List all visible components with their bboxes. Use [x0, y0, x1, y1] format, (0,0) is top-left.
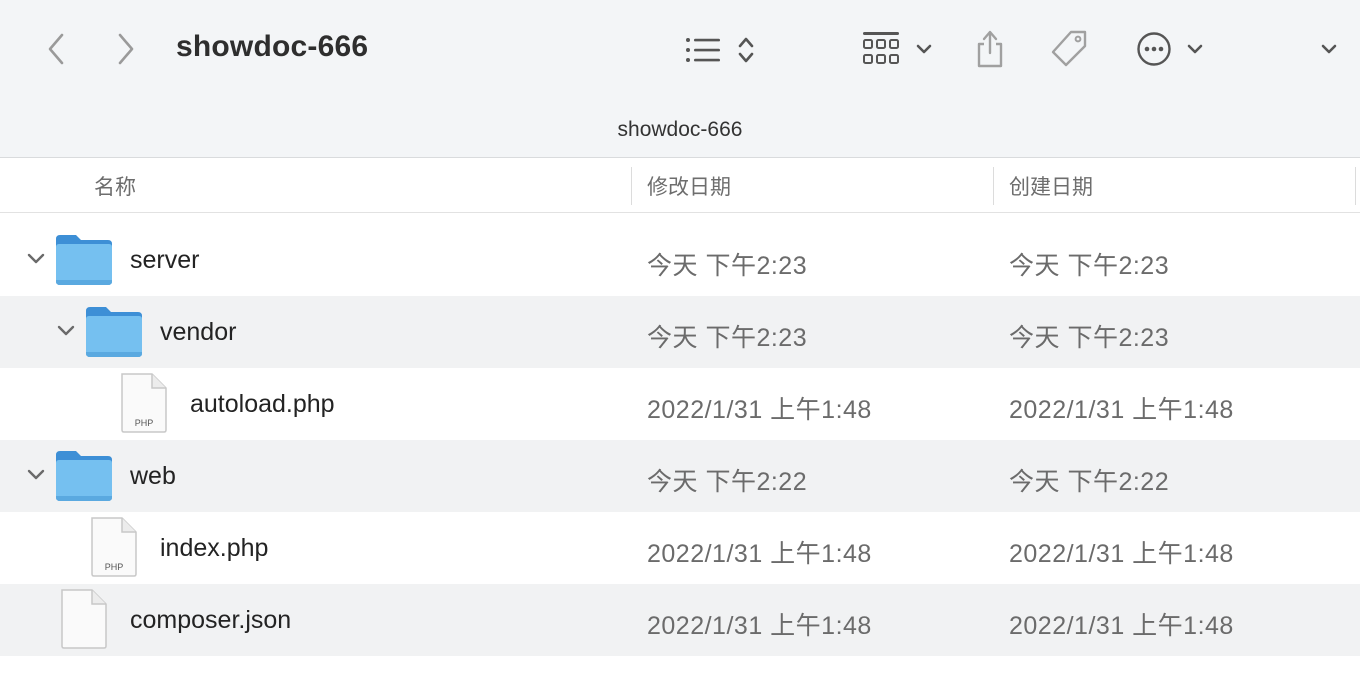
- file-row[interactable]: PHP autoload.php 2022/1/31 上午1:48 2022/1/31…: [0, 368, 1360, 440]
- disclosure-toggle[interactable]: [24, 462, 48, 486]
- file-row[interactable]: PHP index.php 2022/1/31 上午1:48 2022/1/31 上午…: [0, 512, 1360, 584]
- chevron-down-icon: [27, 469, 45, 480]
- modified-date: 今天 下午2:23: [647, 324, 808, 352]
- modified-date: 2022/1/31 上午1:48: [647, 540, 872, 568]
- more-icon: [1137, 32, 1171, 66]
- created-date: 2022/1/31 上午1:48: [1009, 396, 1234, 424]
- column-divider[interactable]: [631, 167, 632, 205]
- chevron-down-icon: [1187, 44, 1203, 54]
- share-icon: [977, 30, 1003, 68]
- grid-view-icon: [863, 32, 899, 64]
- modified-date: 2022/1/31 上午1:48: [647, 612, 872, 640]
- created-date: 今天 下午2:23: [1009, 252, 1170, 280]
- disclosure-toggle[interactable]: [54, 318, 78, 342]
- modified-date: 今天 下午2:23: [647, 252, 808, 280]
- group-button[interactable]: [858, 28, 936, 70]
- folder-icon: [54, 449, 114, 508]
- svg-text:PHP: PHP: [135, 418, 154, 428]
- toolbar-overflow-button[interactable]: [1314, 36, 1344, 62]
- php-file-icon: PHP: [88, 516, 138, 583]
- column-name[interactable]: 名称: [94, 171, 136, 201]
- file-name: web: [130, 462, 176, 490]
- column-divider[interactable]: [1355, 167, 1356, 205]
- chevron-left-icon: [48, 33, 64, 65]
- toolbar: showdoc-666 showdoc-666: [0, 0, 1360, 158]
- more-actions-button[interactable]: [1132, 28, 1208, 70]
- sort-arrows-icon: [738, 37, 754, 63]
- file-row[interactable]: composer.json 2022/1/31 上午1:48 2022/1/31 上…: [0, 584, 1360, 656]
- file-name: server: [130, 246, 200, 274]
- chevron-down-icon: [916, 44, 932, 54]
- column-divider[interactable]: [993, 167, 994, 205]
- column-created[interactable]: 创建日期: [1009, 171, 1093, 201]
- modified-date: 2022/1/31 上午1:48: [647, 396, 872, 424]
- view-mode-button[interactable]: [680, 30, 760, 70]
- chevron-down-icon: [27, 253, 45, 264]
- folder-row[interactable]: web 今天 下午2:22 今天 下午2:22: [0, 440, 1360, 512]
- file-name: autoload.php: [190, 390, 335, 418]
- document-icon: [58, 588, 108, 655]
- tag-button[interactable]: [1046, 26, 1092, 72]
- file-name: index.php: [160, 534, 269, 562]
- back-button[interactable]: [40, 30, 72, 68]
- disclosure-toggle[interactable]: [24, 246, 48, 270]
- created-date: 今天 下午2:22: [1009, 468, 1170, 496]
- forward-button[interactable]: [110, 30, 142, 68]
- php-file-icon: PHP: [118, 372, 168, 439]
- folder-icon: [84, 305, 144, 364]
- file-name: vendor: [160, 318, 237, 346]
- path-bar-title: showdoc-666: [617, 118, 743, 141]
- chevron-right-icon: [118, 33, 134, 65]
- column-modified[interactable]: 修改日期: [647, 171, 731, 201]
- created-date: 2022/1/31 上午1:48: [1009, 612, 1234, 640]
- created-date: 2022/1/31 上午1:48: [1009, 540, 1234, 568]
- folder-row[interactable]: server 今天 下午2:23 今天 下午2:23: [0, 224, 1360, 296]
- window-title: showdoc-666: [176, 30, 369, 63]
- svg-text:PHP: PHP: [105, 562, 124, 572]
- chevron-down-icon: [57, 325, 75, 336]
- file-name: composer.json: [130, 606, 292, 634]
- folder-row[interactable]: vendor 今天 下午2:23 今天 下午2:23: [0, 296, 1360, 368]
- file-list: server 今天 下午2:23 今天 下午2:23 vendor 今天 下午2:23 今…: [0, 224, 1360, 656]
- chevron-down-icon: [1321, 44, 1337, 54]
- modified-date: 今天 下午2:22: [647, 468, 808, 496]
- list-view-icon: [686, 38, 720, 62]
- folder-icon: [54, 233, 114, 292]
- created-date: 今天 下午2:23: [1009, 324, 1170, 352]
- tag-icon: [1051, 30, 1087, 67]
- column-header: 名称 修改日期 创建日期: [0, 159, 1360, 213]
- share-button[interactable]: [968, 26, 1012, 72]
